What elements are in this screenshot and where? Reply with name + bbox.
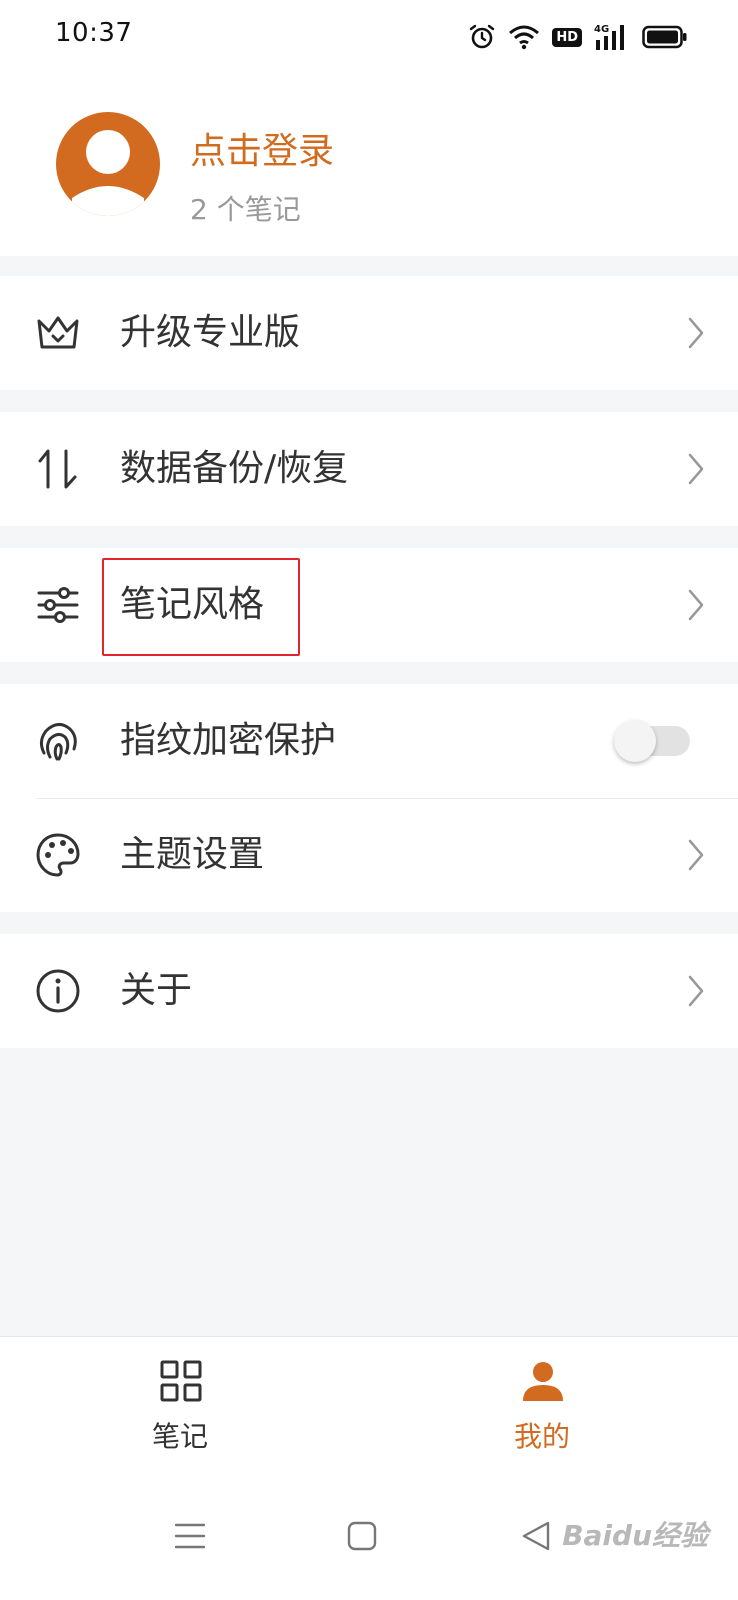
watermark: Baidu经验 xyxy=(562,1519,708,1552)
status-icons: HD 4G xyxy=(468,20,688,54)
alarm-icon xyxy=(470,24,495,49)
bottom-tab-bar: 笔记 我的 xyxy=(0,1336,738,1468)
user-avatar-icon xyxy=(72,130,144,216)
sort-arrows-icon xyxy=(38,449,77,489)
battery-icon xyxy=(642,25,687,49)
palette-icon xyxy=(36,833,80,877)
signal-icon: 4G xyxy=(594,24,624,50)
tab-mine[interactable]: 我的 xyxy=(442,1337,642,1469)
tab-notes[interactable]: 笔记 xyxy=(80,1337,280,1469)
menu-group-backup: 数据备份/恢复 xyxy=(0,412,738,526)
network-label: 4G xyxy=(594,24,609,35)
menu-item-backup[interactable]: 数据备份/恢复 xyxy=(0,412,738,526)
chevron-right-icon xyxy=(688,839,704,871)
note-count: 2 个笔记 xyxy=(190,193,301,226)
menu-group-about: 关于 xyxy=(0,934,738,1048)
menu-item-about-label: 关于 xyxy=(120,970,193,1011)
menu-item-backup-label: 数据备份/恢复 xyxy=(120,448,349,489)
menu-item-fingerprint[interactable]: 指纹加密保护 xyxy=(0,684,738,798)
divider xyxy=(36,798,738,799)
menu-item-note-style-label: 笔记风格 xyxy=(120,584,265,625)
status-time: 10:37 xyxy=(55,18,133,48)
menu-icon[interactable] xyxy=(172,1518,208,1554)
info-icon xyxy=(36,969,80,1013)
toggle-knob xyxy=(614,720,656,762)
chevron-right-icon xyxy=(688,317,704,349)
wifi-icon xyxy=(509,25,540,50)
profile-header[interactable]: 点击登录 2 个笔记 xyxy=(0,80,738,256)
menu-item-about[interactable]: 关于 xyxy=(0,934,738,1048)
menu-group-upgrade: 升级专业版 xyxy=(0,276,738,390)
menu-group-security-theme: 指纹加密保护 主题设置 xyxy=(0,684,738,912)
home-icon[interactable] xyxy=(344,1518,380,1554)
menu-item-upgrade[interactable]: 升级专业版 xyxy=(0,276,738,390)
system-nav-bar: Baidu经验 xyxy=(0,1468,738,1600)
sliders-icon xyxy=(37,587,79,623)
chevron-right-icon xyxy=(688,975,704,1007)
menu-item-note-style[interactable]: 笔记风格 xyxy=(0,548,738,662)
fingerprint-icon xyxy=(39,723,77,761)
tab-mine-label: 我的 xyxy=(513,1420,570,1453)
hd-icon: HD xyxy=(552,27,582,47)
person-icon xyxy=(523,1362,563,1401)
menu-item-upgrade-label: 升级专业版 xyxy=(120,312,301,353)
chevron-right-icon xyxy=(688,589,704,621)
avatar[interactable] xyxy=(56,112,160,216)
menu-item-fingerprint-label: 指纹加密保护 xyxy=(120,720,337,761)
status-bar: 10:37 HD 4G xyxy=(0,0,738,80)
menu-item-theme-label: 主题设置 xyxy=(120,834,265,875)
chevron-right-icon xyxy=(688,453,704,485)
fingerprint-toggle[interactable] xyxy=(614,720,690,762)
menu-item-theme[interactable]: 主题设置 xyxy=(0,798,738,912)
back-icon[interactable] xyxy=(518,1518,554,1554)
login-link[interactable]: 点击登录 xyxy=(190,122,334,174)
crown-icon xyxy=(37,316,79,349)
grid-icon xyxy=(160,1360,202,1402)
tab-notes-label: 笔记 xyxy=(151,1420,208,1453)
menu-group-note-style: 笔记风格 xyxy=(0,548,738,662)
